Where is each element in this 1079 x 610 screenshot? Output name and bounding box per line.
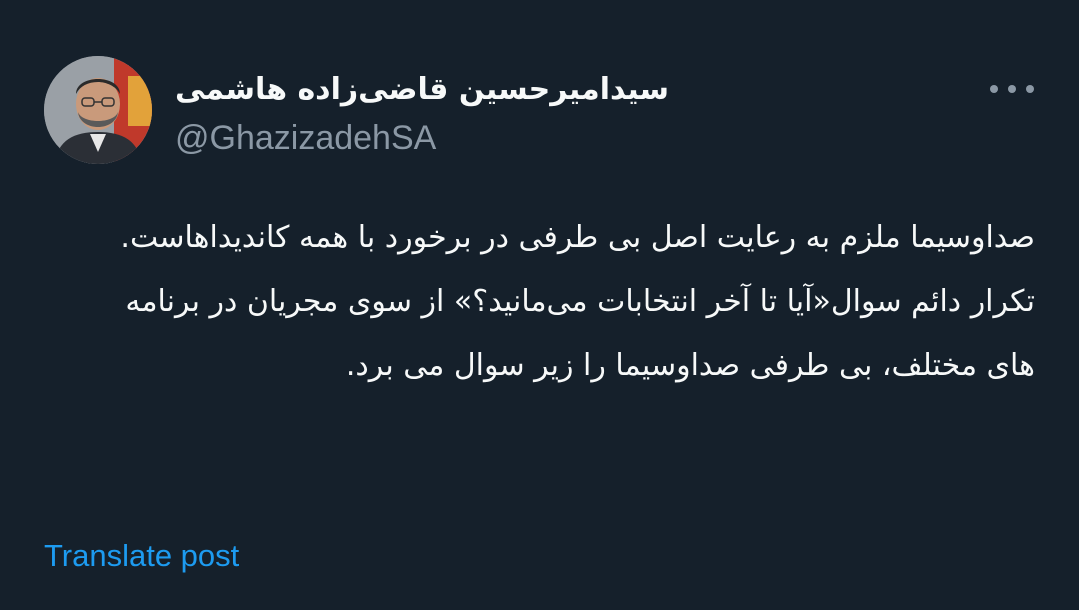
post-text: صداوسیما ملزم به رعایت اصل بی طرفی در بر… — [100, 206, 1035, 398]
avatar-photo-icon — [44, 56, 152, 164]
avatar[interactable] — [44, 56, 152, 164]
tweet-header: سیدامیرحسین قاضی‌زاده هاشمی @GhazizadehS… — [44, 56, 1034, 166]
translate-post-link[interactable]: Translate post — [44, 536, 239, 576]
more-dot — [1008, 85, 1016, 93]
post-paragraph: تکرار دائم سوال«آیا تا آخر انتخابات می‌م… — [125, 284, 1035, 383]
author-handle[interactable]: @GhazizadehSA — [175, 118, 436, 158]
more-dot — [1026, 85, 1034, 93]
post-paragraph: صداوسیما ملزم به رعایت اصل بی طرفی در بر… — [120, 220, 1035, 255]
tweet-card: سیدامیرحسین قاضی‌زاده هاشمی @GhazizadehS… — [0, 0, 1079, 610]
more-options-button[interactable] — [990, 74, 1034, 104]
author-display-name[interactable]: سیدامیرحسین قاضی‌زاده هاشمی — [175, 70, 669, 110]
more-dot — [990, 85, 998, 93]
